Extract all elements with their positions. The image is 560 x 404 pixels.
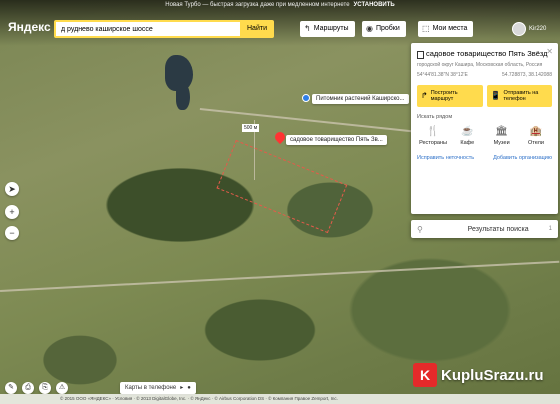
traffic-icon: ◉ [366, 24, 373, 33]
watermark: K KupluSrazu.ru [413, 360, 544, 390]
avatar [512, 22, 526, 36]
nearby-restaurants[interactable]: 🍴 Рестораны [417, 125, 449, 146]
promo-banner[interactable]: Новая Турбо — быстрая загрузка даже при … [0, 0, 560, 11]
nearby-label: Рестораны [419, 140, 447, 146]
poi-marker-icon[interactable] [302, 94, 310, 102]
nearby-hotels[interactable]: 🏨 Отели [520, 125, 552, 146]
build-route-label: Построить маршрут [430, 90, 458, 102]
search-input[interactable] [56, 22, 260, 36]
fix-inaccuracy-link[interactable]: Исправить неточность [417, 155, 474, 161]
android-icon: ▸ [180, 385, 184, 391]
phone-icon: 📱 [490, 91, 501, 100]
results-label: Результаты поиска [467, 225, 529, 233]
routes-label: Маршруты [313, 25, 349, 32]
promo-install-link[interactable]: УСТАНОВИТЬ [354, 2, 395, 8]
traffic-label: Пробки [375, 25, 400, 32]
traffic-button[interactable]: ◉ Пробки [362, 21, 406, 37]
print-icon[interactable]: ⎙ [22, 382, 34, 394]
bottom-tools: ✎ ⎙ ⎘ ⚠ [5, 382, 68, 394]
search-results-bar[interactable]: ⚲ Результаты поиска 1 [411, 220, 558, 238]
route-icon: ↱ [421, 91, 428, 100]
poi-label[interactable]: Питомник растений Каширско... [312, 94, 409, 104]
routes-button[interactable]: ↰ Маршруты [300, 21, 355, 37]
place-title: садовое товарищество Пять Звёзд [417, 49, 552, 59]
nearby-label: Кафе [460, 140, 475, 146]
bookmark-icon: ⬚ [422, 24, 430, 33]
road [199, 108, 419, 133]
zoom-out-button[interactable]: − [5, 226, 19, 240]
restaurant-icon: 🍴 [426, 126, 440, 137]
pin-label[interactable]: садовое товарищество Пять Зв... [286, 135, 387, 145]
zoom-in-button[interactable]: + [5, 205, 19, 219]
watermark-text: KupluSrazu.ru [441, 366, 544, 384]
share-icon[interactable]: ⎘ [39, 382, 51, 394]
my-places-button[interactable]: ⬚ Мои места [418, 21, 474, 37]
road [0, 260, 560, 292]
warning-icon[interactable]: ⚠ [56, 382, 68, 394]
pin-icon: ⚲ [417, 224, 423, 234]
nearby-museums[interactable]: 🏛 Музеи [486, 125, 518, 146]
build-route-button[interactable]: ↱ Построить маршрут [417, 85, 483, 107]
location-pin-icon[interactable] [275, 132, 285, 146]
place-card: ✕ садовое товарищество Пять Звёзд городс… [411, 43, 558, 214]
user-name: Kir220 [529, 26, 547, 32]
send-to-phone-label: Отправить на телефон [503, 90, 539, 102]
nearby-cafes[interactable]: ☕ Кафе [451, 125, 483, 146]
nearby-label: Музеи [493, 140, 510, 146]
coordinates: 54°44'81.38"N 38°12'E 54.728873, 38.1420… [417, 72, 552, 78]
nearby-title: Искать рядом [417, 114, 453, 120]
plot-outline [216, 140, 348, 234]
hotel-icon: 🏨 [529, 126, 543, 137]
locate-icon[interactable]: ➤ [5, 182, 19, 196]
watermark-logo: K [413, 363, 437, 387]
my-places-label: Мои места [432, 25, 468, 32]
distance-label: 500 м [242, 124, 260, 132]
cafe-icon: ☕ [461, 126, 474, 137]
lake [176, 82, 190, 110]
add-organization-link[interactable]: Добавить организацию [493, 155, 552, 161]
coordinates-decimal[interactable]: 54.728873, 38.142088 [502, 72, 552, 78]
promo-text: Новая Турбо — быстрая загрузка даже при … [165, 2, 350, 8]
nearby-list: 🍴 Рестораны ☕ Кафе 🏛 Музеи 🏨 Отели [417, 125, 552, 146]
apple-icon: ● [187, 385, 191, 391]
route-icon: ↰ [304, 24, 311, 33]
nearby-label: Отели [528, 140, 544, 146]
send-to-phone-button[interactable]: 📱 Отправить на телефон [486, 85, 552, 107]
results-count: 1 [548, 226, 552, 232]
ruler-icon[interactable]: ✎ [5, 382, 17, 394]
search-button[interactable]: Найти [240, 20, 274, 38]
museum-icon: 🏛 [495, 126, 508, 137]
user-menu[interactable]: Kir220 [512, 20, 560, 38]
maps-on-phone-label: Карты в телефоне [125, 385, 177, 391]
maps-on-phone-button[interactable]: Карты в телефоне ▸ ● [120, 382, 196, 394]
yandex-logo[interactable]: Яндекс [8, 20, 51, 34]
card-links: Исправить неточность Добавить организаци… [417, 155, 552, 161]
coordinates-dms[interactable]: 54°44'81.38"N 38°12'E [417, 72, 468, 78]
footer-bar: © 2015 ООО «ЯНДЕКС» · Условия · © 2013 D… [0, 394, 560, 404]
card-actions: ↱ Построить маршрут 📱 Отправить на телеф… [417, 85, 552, 107]
place-address: городской округ Кашира, Московская облас… [417, 62, 543, 68]
